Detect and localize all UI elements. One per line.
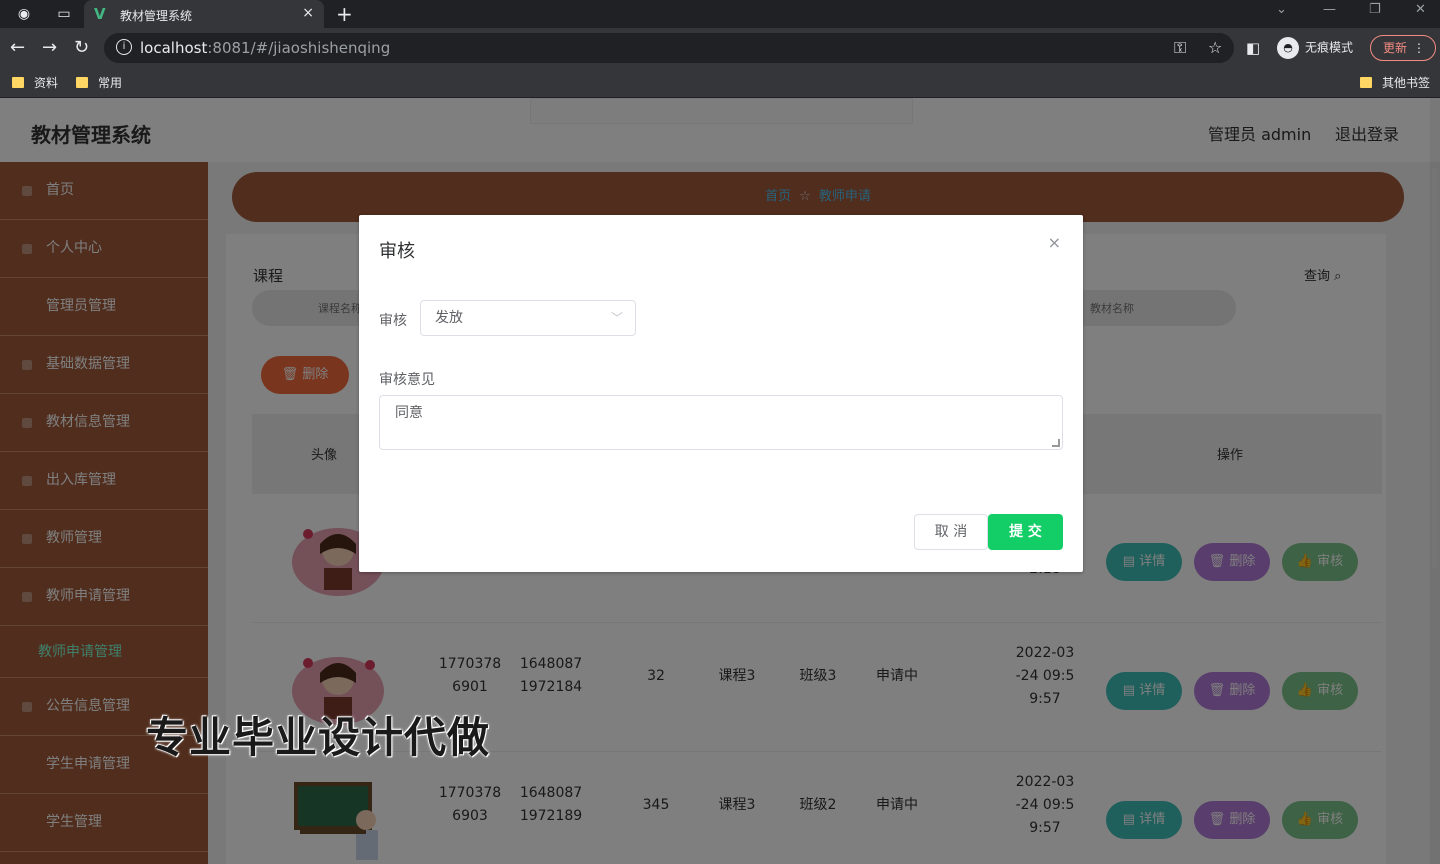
url-field[interactable]: i localhost:8081/#/jiaoshishenqing ⚿ ☆ <box>104 33 1234 63</box>
folder-icon <box>1360 77 1372 88</box>
vue-logo-icon: V <box>94 5 106 23</box>
incognito-indicator[interactable]: ◓ 无痕模式 <box>1277 37 1353 59</box>
browser-tab-bar: ◉ ▭ V 教材管理系统 × + ⌄ — ❐ ✕ <box>0 0 1440 28</box>
cancel-button[interactable]: 取 消 <box>914 514 988 550</box>
window-icon[interactable]: ▭ <box>54 4 74 24</box>
close-icon[interactable]: × <box>1048 233 1061 252</box>
back-icon[interactable]: ← <box>10 37 25 58</box>
opinion-text: 同意 <box>395 405 423 421</box>
minimize-icon[interactable]: — <box>1323 2 1336 17</box>
audit-dialog: 审核 × 审核 发放 ﹀ 审核意见 同意 取 消 提 交 <box>359 215 1083 572</box>
bookmark-star-icon[interactable]: ☆ <box>1208 38 1222 57</box>
browser-tab[interactable]: V 教材管理系统 × <box>84 0 324 28</box>
bookmarks-bar: 资料 常用 其他书签 <box>0 68 1440 98</box>
globe-icon[interactable]: ◉ <box>14 4 34 24</box>
folder-icon <box>12 77 24 88</box>
incognito-icon: ◓ <box>1277 37 1299 59</box>
status-label: 审核 <box>379 313 407 329</box>
opinion-label: 审核意见 <box>379 372 435 388</box>
reload-icon[interactable]: ↻ <box>74 37 89 58</box>
opinion-textarea[interactable]: 同意 <box>379 395 1063 450</box>
url-text: localhost:8081/#/jiaoshishenqing <box>140 39 391 57</box>
window-close-icon[interactable]: ✕ <box>1415 2 1426 17</box>
close-tab-icon[interactable]: × <box>302 5 314 21</box>
tab-title: 教材管理系统 <box>120 9 193 23</box>
forward-icon[interactable]: → <box>42 37 57 58</box>
update-button[interactable]: 更新 ⋮ <box>1370 35 1436 61</box>
app-viewport: 教材管理系统 管理员 admin 退出登录 首页 个人中心 管理员管理 基础数据… <box>0 98 1440 864</box>
other-bookmarks[interactable]: 其他书签 <box>1360 74 1430 91</box>
dialog-title: 审核 <box>379 241 415 262</box>
bookmark-folder-1[interactable]: 资料 <box>12 74 58 91</box>
more-menu-icon[interactable]: ⋮ <box>1413 36 1425 60</box>
resize-handle-icon[interactable] <box>1052 439 1060 447</box>
site-info-icon[interactable]: i <box>116 39 132 55</box>
address-bar-row: ← → ↻ i localhost:8081/#/jiaoshishenqing… <box>0 28 1440 68</box>
submit-button[interactable]: 提 交 <box>988 514 1063 550</box>
tab-search-icon[interactable]: ⌄ <box>1276 2 1287 17</box>
bookmark-folder-2[interactable]: 常用 <box>76 74 122 91</box>
chevron-down-icon: ﹀ <box>610 311 623 325</box>
side-panel-icon[interactable]: ◧ <box>1246 39 1260 57</box>
new-tab-button[interactable]: + <box>336 2 353 26</box>
status-select-value: 发放 <box>435 310 463 326</box>
folder-icon <box>76 77 88 88</box>
restore-icon[interactable]: ❐ <box>1369 2 1381 17</box>
key-icon[interactable]: ⚿ <box>1174 38 1186 58</box>
watermark-text: 专业毕业设计代做 <box>146 713 491 762</box>
status-select[interactable]: 发放 ﹀ <box>420 300 636 336</box>
